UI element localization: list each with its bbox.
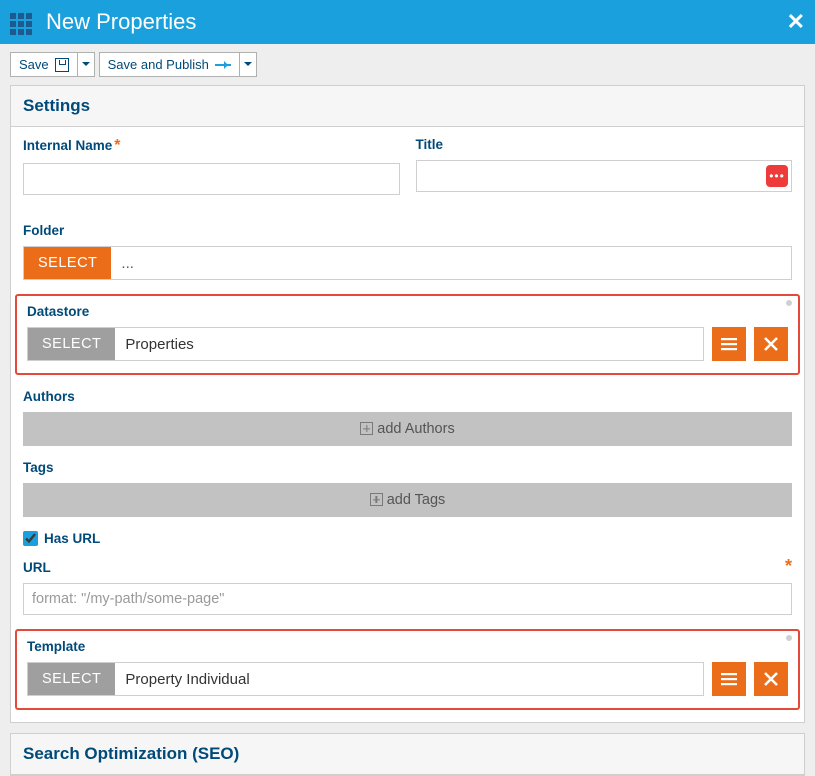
datastore-label: Datastore bbox=[27, 304, 788, 319]
window-header: New Properties ✕ bbox=[0, 0, 815, 44]
datastore-value: Properties bbox=[115, 328, 703, 360]
menu-icon bbox=[721, 671, 737, 687]
save-button[interactable]: Save bbox=[10, 52, 78, 77]
caret-down-icon bbox=[82, 62, 90, 70]
template-picker[interactable]: SELECT Property Individual bbox=[27, 662, 704, 696]
template-menu-button[interactable] bbox=[712, 662, 746, 696]
datastore-select-button[interactable]: SELECT bbox=[28, 328, 115, 360]
datastore-clear-button[interactable] bbox=[754, 327, 788, 361]
save-dropdown[interactable] bbox=[78, 52, 95, 77]
template-select-button[interactable]: SELECT bbox=[28, 663, 115, 695]
save-publish-dropdown[interactable] bbox=[240, 52, 257, 77]
plus-icon bbox=[360, 422, 373, 435]
menu-icon bbox=[721, 336, 737, 352]
save-publish-button[interactable]: Save and Publish bbox=[99, 52, 240, 77]
datastore-picker[interactable]: SELECT Properties bbox=[27, 327, 704, 361]
url-input[interactable] bbox=[23, 583, 792, 615]
window-title: New Properties bbox=[46, 9, 787, 35]
authors-label: Authors bbox=[23, 389, 792, 404]
close-icon[interactable]: ✕ bbox=[787, 9, 805, 35]
apps-grid-icon[interactable] bbox=[10, 13, 34, 31]
has-url-checkbox[interactable] bbox=[23, 531, 38, 546]
ellipsis-icon: ••• bbox=[769, 169, 785, 183]
url-label: URL bbox=[23, 560, 792, 575]
template-clear-button[interactable] bbox=[754, 662, 788, 696]
datastore-section: Datastore SELECT Properties bbox=[15, 294, 800, 375]
template-label: Template bbox=[27, 639, 788, 654]
save-label: Save bbox=[19, 57, 49, 72]
corner-dot-icon bbox=[786, 635, 792, 641]
settings-panel: Settings Internal Name* Title ••• Folder bbox=[10, 85, 805, 723]
add-tags-button[interactable]: add Tags bbox=[23, 483, 792, 517]
seo-header: Search Optimization (SEO) bbox=[11, 734, 804, 775]
settings-header: Settings bbox=[11, 86, 804, 127]
plus-icon bbox=[370, 493, 383, 506]
folder-picker[interactable]: SELECT ... bbox=[23, 246, 792, 280]
template-section: Template SELECT Property Individual bbox=[15, 629, 800, 710]
save-icon bbox=[55, 58, 69, 72]
has-url-label: Has URL bbox=[44, 531, 100, 546]
required-marker: * bbox=[785, 556, 792, 577]
close-icon bbox=[763, 671, 779, 687]
title-label: Title bbox=[416, 137, 793, 152]
toolbar: Save Save and Publish bbox=[0, 44, 815, 85]
internal-name-label: Internal Name* bbox=[23, 137, 400, 155]
folder-select-button[interactable]: SELECT bbox=[24, 247, 111, 279]
close-icon bbox=[763, 336, 779, 352]
tags-label: Tags bbox=[23, 460, 792, 475]
caret-down-icon bbox=[244, 62, 252, 70]
arrow-right-icon bbox=[215, 64, 231, 66]
seo-panel: Search Optimization (SEO) bbox=[10, 733, 805, 776]
datastore-menu-button[interactable] bbox=[712, 327, 746, 361]
folder-value: ... bbox=[111, 247, 791, 279]
template-value: Property Individual bbox=[115, 663, 703, 695]
title-input[interactable] bbox=[416, 160, 793, 192]
internal-name-input[interactable] bbox=[23, 163, 400, 195]
corner-dot-icon bbox=[786, 300, 792, 306]
title-more-button[interactable]: ••• bbox=[766, 165, 788, 187]
add-authors-text: add Authors bbox=[377, 421, 454, 437]
folder-label: Folder bbox=[23, 223, 792, 238]
add-tags-text: add Tags bbox=[387, 492, 446, 508]
add-authors-button[interactable]: add Authors bbox=[23, 412, 792, 446]
save-publish-label: Save and Publish bbox=[108, 57, 209, 72]
